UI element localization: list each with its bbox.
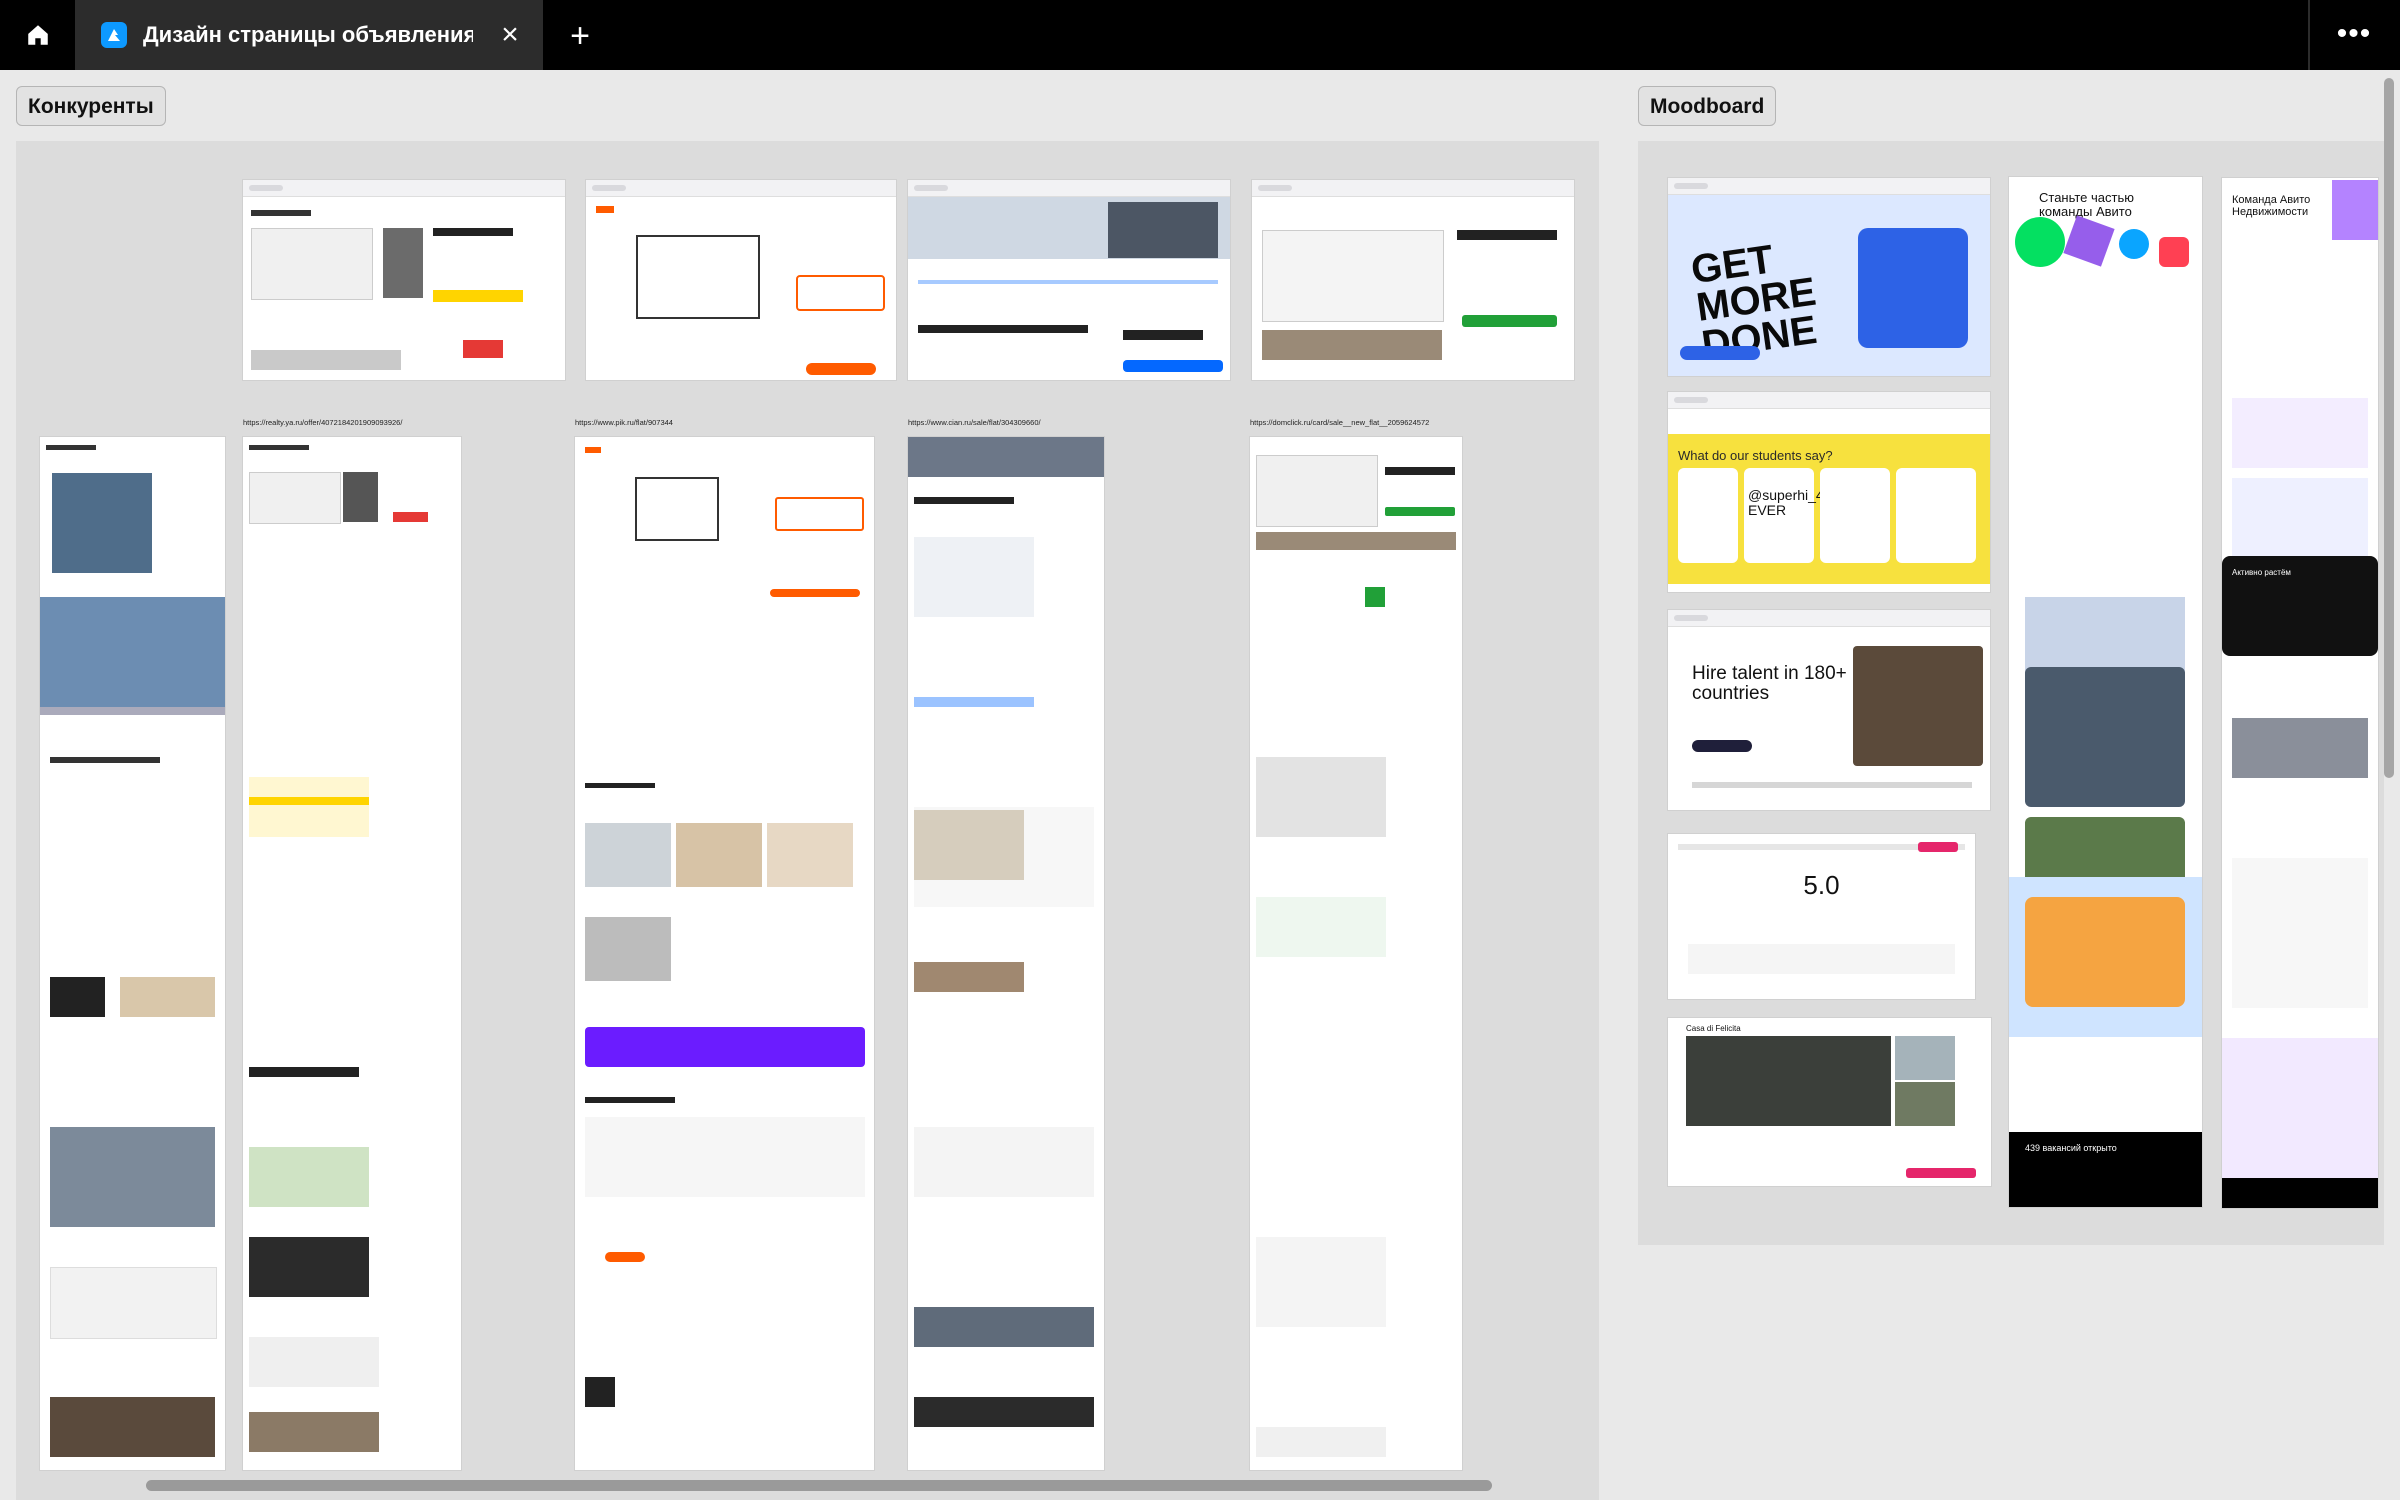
vacancies-count: 439 вакансий открыто [2025,1143,2117,1153]
tab-title: Дизайн страницы объявления кв [143,22,473,47]
home-icon [27,25,48,45]
figma-file-icon [101,22,127,48]
hire-heading: Hire talent in 180+ countries [1692,663,1847,704]
plus-icon[interactable]: + [560,16,600,56]
moodboard-card-avito-careers[interactable]: Станьте частью команды Авито 439 ваканси… [2009,177,2202,1207]
avito-team-heading: Станьте частью команды Авито [2039,190,2134,219]
screenshot-domclick-offer[interactable] [1250,437,1462,1470]
rating-value: 5.0 [1803,870,1840,900]
moodboard-card-felicita[interactable]: Casa di Felicita [1668,1018,1991,1186]
url-cian: https://www.cian.ru/sale/flat/304309660/ [908,418,1041,427]
url-domclick: https://domclick.ru/card/sale__new_flat_… [1250,418,1430,427]
screenshot-domclick-top[interactable] [1252,180,1574,380]
felicita-title: Casa di Felicita [1686,1024,1741,1033]
frame-label-competitors[interactable]: Конкуренты [16,86,166,126]
screenshot-yandex-top[interactable] [243,180,565,380]
moodboard-card-rating[interactable]: 5.0 [1668,834,1975,999]
moodboard-card-get-more-done[interactable]: GET MORE DONE [1668,178,1990,376]
home-button[interactable] [0,0,75,70]
close-icon[interactable]: × [493,18,527,52]
moodboard-card-avito-realty[interactable]: Команда Авито Недвижимости Активно растё… [2222,178,2378,1208]
divider [2308,0,2310,70]
file-tab[interactable]: Дизайн страницы объявления кв × [75,0,543,70]
screenshot-yandex-offer[interactable] [243,437,461,1470]
active-growth-heading: Активно растём [2232,568,2291,577]
moodboard-card-oyster[interactable]: Hire talent in 180+ countries [1668,610,1990,810]
url-yandex: https://realty.ya.ru/offer/4072184201909… [243,418,403,427]
moodboard-card-students[interactable]: What do our students say? @superhi_4 EVE… [1668,392,1990,592]
horizontal-scrollbar[interactable] [146,1480,1492,1491]
screenshot-cian-offer[interactable] [908,437,1104,1470]
students-heading: What do our students say? [1678,448,1833,463]
vertical-scrollbar[interactable] [2384,78,2394,778]
student-handle: @superhi_4 EVER [1748,487,1824,518]
screenshot-yandex-novostroyki[interactable] [40,437,225,1470]
title-bar: Дизайн страницы объявления кв × + ••• [0,0,2400,70]
screenshot-pik-offer[interactable] [575,437,874,1470]
url-pik: https://www.pik.ru/flat/907344 [575,418,673,427]
get-more-done-heading: GET MORE DONE [1688,237,1820,368]
screenshot-cian-top[interactable] [908,180,1230,380]
screenshot-pik-top[interactable] [586,180,896,380]
frame-label-moodboard[interactable]: Moodboard [1638,86,1777,126]
more-icon[interactable]: ••• [2322,16,2386,56]
